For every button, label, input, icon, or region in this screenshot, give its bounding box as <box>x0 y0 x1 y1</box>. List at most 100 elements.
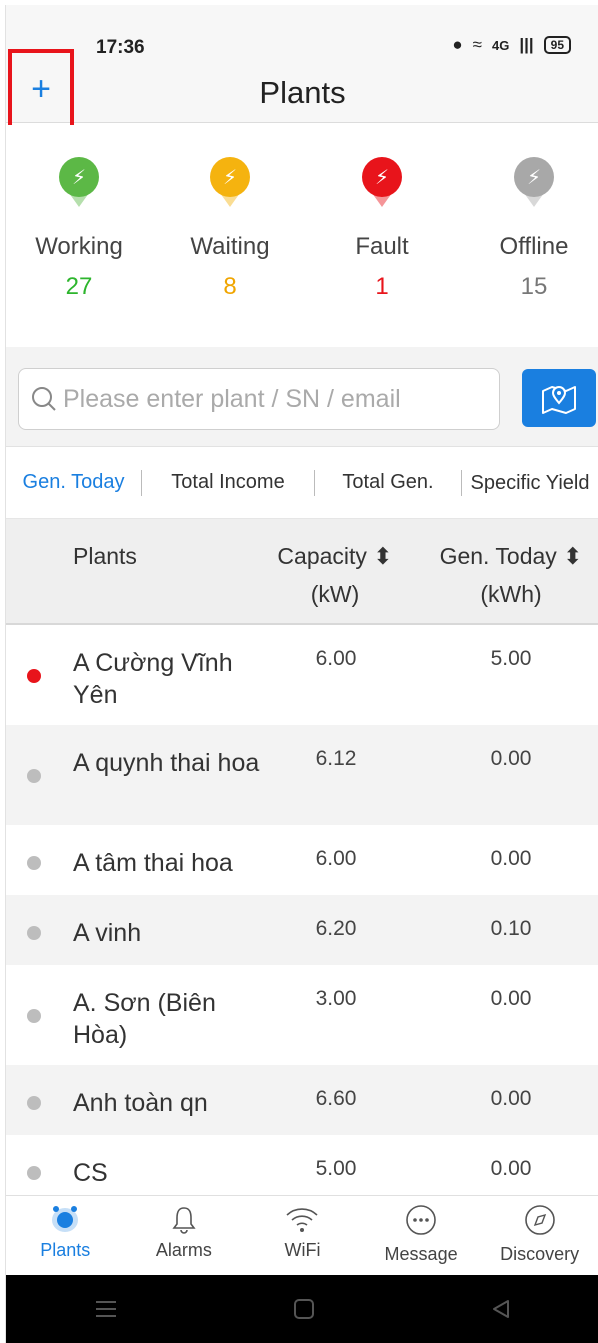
plant-capacity: 6.12 <box>315 747 357 770</box>
back-icon[interactable] <box>490 1298 512 1320</box>
table-row[interactable]: CS 5.00 0.00 <box>6 1135 598 1195</box>
col-gen-unit: (kWh) <box>480 581 542 607</box>
message-icon <box>406 1205 436 1235</box>
col-capacity-sort[interactable]: Capacity ⬍ (kW) <box>270 537 400 613</box>
tab-total-gen[interactable]: Total Gen. <box>315 471 461 494</box>
summary-label: Waiting <box>190 233 270 260</box>
plant-name: A quynh thai hoa <box>73 749 260 777</box>
signal-bars-icon: ||| <box>519 35 534 54</box>
plants-icon <box>52 1206 79 1232</box>
search-box[interactable] <box>18 368 500 430</box>
nav-label: Discovery <box>500 1244 580 1264</box>
summary-count: 8 <box>223 273 237 300</box>
plant-capacity: 6.00 <box>315 647 357 670</box>
plant-name: Anh toàn qn <box>73 1089 208 1117</box>
summary-label: Fault <box>355 233 409 260</box>
summary-fault[interactable]: ⚡ Fault 1 <box>317 157 447 301</box>
metric-tabs: Gen. Today Total Income Total Gen. Speci… <box>6 447 598 519</box>
plant-capacity: 6.60 <box>315 1087 357 1110</box>
summary-count: 27 <box>65 273 93 300</box>
col-capacity-unit: (kW) <box>310 581 360 607</box>
plant-list: A Cường Vĩnh Yên 6.00 5.00 A quynh thai hoa… <box>6 625 598 1195</box>
status-dot <box>27 1166 41 1180</box>
nav-label: Plants <box>40 1240 91 1260</box>
compass-icon <box>524 1205 555 1235</box>
plant-gen-today: 0.00 <box>490 847 532 870</box>
status-bar: 17:36 ● ≈ 4G ||| 95 <box>6 5 598 63</box>
map-view-button[interactable] <box>522 369 596 427</box>
plant-gen-today: 0.00 <box>490 747 532 770</box>
signal-icon: 4G <box>492 37 510 53</box>
plant-gen-today: 0.00 <box>490 1087 532 1110</box>
fault-pin-icon: ⚡ <box>360 157 404 211</box>
nav-plants[interactable]: Plants <box>6 1196 125 1275</box>
tab-specific-yield[interactable]: Specific Yield <box>462 471 598 495</box>
plant-gen-today: 0.10 <box>490 917 532 940</box>
status-dot <box>27 926 41 940</box>
system-nav-bar <box>6 1275 598 1343</box>
summary-label: Offline <box>499 233 569 260</box>
plant-name: A tâm thai hoa <box>73 849 233 877</box>
top-header: + Plants <box>6 49 598 137</box>
table-row[interactable]: A vinh 6.20 0.10 <box>6 895 598 965</box>
search-band <box>6 347 598 447</box>
search-input[interactable] <box>63 384 483 414</box>
wifi-icon <box>286 1208 319 1232</box>
home-icon[interactable] <box>293 1298 315 1320</box>
plant-gen-today: 0.00 <box>490 1157 532 1180</box>
plant-capacity: 6.20 <box>315 917 357 940</box>
col-plants: Plants <box>73 543 137 569</box>
bottom-nav: Plants Alarms WiFi Message Discovery <box>6 1195 598 1275</box>
status-time: 17:36 <box>96 37 145 58</box>
table-header: Plants Capacity ⬍ (kW) Gen. Today ⬍ (kWh… <box>6 519 598 625</box>
nav-alarms[interactable]: Alarms <box>125 1196 244 1275</box>
plant-name: A Cường Vĩnh Yên <box>73 649 233 709</box>
tab-total-income[interactable]: Total Income <box>142 471 314 494</box>
table-row[interactable]: A. Sơn (Biên Hòa) 3.00 0.00 <box>6 965 598 1065</box>
nav-label: Alarms <box>155 1240 212 1260</box>
bell-icon <box>172 1207 196 1234</box>
status-icons: ● ≈ 4G ||| 95 <box>452 35 571 55</box>
plant-name: A. Sơn (Biên Hòa) <box>73 989 216 1049</box>
summary-label: Working <box>35 233 123 260</box>
plant-capacity: 5.00 <box>315 1157 357 1180</box>
nav-wifi[interactable]: WiFi <box>243 1196 362 1275</box>
page-title: Plants <box>259 75 346 110</box>
plant-gen-today: 5.00 <box>490 647 532 670</box>
plant-name: A vinh <box>73 919 142 947</box>
status-summary: ⚡ Working 27 ⚡ Waiting 8 ⚡ Fault 1 ⚡ Off… <box>6 125 598 347</box>
summary-count: 1 <box>375 273 389 300</box>
tab-gen-today[interactable]: Gen. Today <box>6 471 141 494</box>
status-dot <box>27 1096 41 1110</box>
nav-label: Message <box>384 1244 458 1264</box>
working-pin-icon: ⚡ <box>57 157 101 211</box>
summary-waiting[interactable]: ⚡ Waiting 8 <box>165 157 295 301</box>
waiting-pin-icon: ⚡ <box>208 157 252 211</box>
battery-icon: 95 <box>543 36 571 54</box>
summary-offline[interactable]: ⚡ Offline 15 <box>469 157 598 301</box>
table-row[interactable]: A quynh thai hoa 6.12 0.00 <box>6 725 598 825</box>
app-screen: 17:36 ● ≈ 4G ||| 95 + Plants ⚡ Working 2… <box>5 5 598 1343</box>
col-gen-today-sort[interactable]: Gen. Today ⬍ (kWh) <box>431 537 591 613</box>
offline-pin-icon: ⚡ <box>512 157 556 211</box>
status-dot <box>27 769 41 783</box>
nav-message[interactable]: Message <box>362 1196 481 1275</box>
status-dot <box>27 1009 41 1023</box>
table-row[interactable]: Anh toàn qn 6.60 0.00 <box>6 1065 598 1135</box>
plant-gen-today: 0.00 <box>490 987 532 1010</box>
plant-name: CS <box>73 1159 108 1187</box>
location-icon: ● <box>452 35 463 54</box>
plant-capacity: 6.00 <box>315 847 357 870</box>
nav-discovery[interactable]: Discovery <box>480 1196 598 1275</box>
menu-icon[interactable] <box>94 1298 118 1320</box>
status-dot <box>27 669 41 683</box>
summary-working[interactable]: ⚡ Working 27 <box>14 157 144 301</box>
summary-count: 15 <box>520 273 548 300</box>
search-icon <box>32 387 56 411</box>
table-row[interactable]: A Cường Vĩnh Yên 6.00 5.00 <box>6 625 598 725</box>
plant-capacity: 3.00 <box>315 987 357 1010</box>
wifi-status-icon: ≈ <box>472 35 483 54</box>
nav-label: WiFi <box>284 1240 321 1260</box>
status-dot <box>27 856 41 870</box>
table-row[interactable]: A tâm thai hoa 6.00 0.00 <box>6 825 598 895</box>
